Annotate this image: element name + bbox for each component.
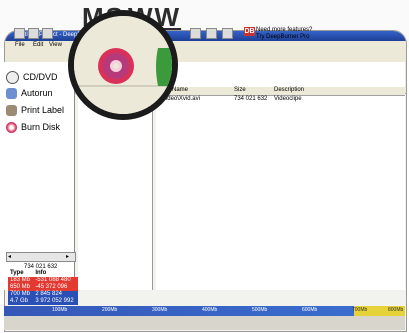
status-bar [4,316,405,330]
row-type: 650 Mb [8,284,34,291]
row-info: 2 845 824 [33,291,78,298]
menu-file[interactable]: File [15,42,25,48]
nav-item-label: CD/DVD [23,72,58,82]
row-info: 3 972 052 992 [33,298,78,305]
nav-item-autorun[interactable]: Autorun [6,86,53,100]
row-type: 4.7 Gb [8,298,34,305]
capacity-tick: 700Mb [352,307,368,313]
capacity-tick: 100Mb [52,307,68,313]
column-header-size[interactable]: Size [234,87,246,93]
promo-line-2: Try DeepBurner Pro [256,34,310,40]
column-header-description[interactable]: Description [274,87,304,93]
column-header-info: Info [35,270,47,276]
capacity-tick: 400Mb [202,307,218,313]
capacity-tick: 600Mb [302,307,318,313]
folder-icon[interactable] [190,28,201,39]
row-info: -45 372 096 [33,284,78,291]
lens-content [74,16,172,114]
calendar-icon [6,87,17,99]
capacity-tick: 800Mb [388,307,404,313]
promo-line-1: Need more features? [256,27,313,33]
nav-item-label: Autorun [21,88,53,98]
table-row[interactable]: 650 Mb -45 372 096 [8,284,78,291]
column-header-type: Type [10,270,24,276]
burn-icon[interactable] [222,28,233,39]
disc-icon [6,70,19,84]
menu-edit[interactable]: Edit [33,42,43,48]
new-icon[interactable] [14,28,25,39]
settings-icon[interactable] [206,28,217,39]
nav-item-cd-dvd[interactable]: CD/DVD [6,70,58,84]
file-size-cell: 734 021 632 [234,96,268,102]
promo-text[interactable]: Need more features? Try DeepBurner Pro [256,27,312,41]
burn-disk-large-icon [98,48,134,84]
disc-capacity-table: Type Info 183 Mb -531 088 480 650 Mb -45… [8,270,78,305]
open-icon[interactable] [28,28,39,39]
menu-view[interactable]: View [49,42,62,48]
burn-disk-icon [6,121,17,133]
nav-item-label: Burn Disk [21,122,61,132]
nav-item-label: Print Label [21,105,65,115]
scroll-left-arrow[interactable]: ◂ [8,253,11,260]
scroll-right-arrow[interactable]: ▸ [66,253,69,260]
printer-icon [6,104,17,116]
deepburner-logo: DB [244,27,255,36]
row-info: -531 088 480 [33,277,78,284]
row-type: 700 Mb [8,291,34,298]
menu-bar [5,41,406,51]
go-arrow-icon [156,48,172,86]
save-icon[interactable] [42,28,53,39]
table-header-row: Type Info [8,270,78,277]
column-header-name[interactable]: Name [172,87,188,93]
file-description-cell: Videoclipe [274,96,302,102]
nav-item-print-label[interactable]: Print Label [6,103,64,117]
capacity-tick: 500Mb [252,307,268,313]
magnifier-lens [68,10,178,120]
capacity-tick: 200Mb [102,307,118,313]
table-row[interactable]: 183 Mb -531 088 480 [8,277,78,284]
nav-item-burn-disk[interactable]: Burn Disk [6,120,60,134]
table-row[interactable]: 4.7 Gb 3 972 052 992 [8,298,78,305]
table-row[interactable]: 700 Mb 2 845 824 [8,291,78,298]
capacity-tick: 300Mb [152,307,168,313]
row-type: 183 Mb [8,277,34,284]
